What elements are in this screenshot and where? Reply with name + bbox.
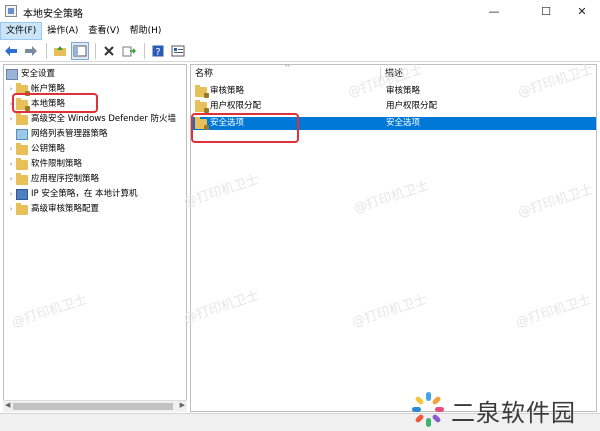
folder-icon <box>16 142 28 155</box>
folder-icon <box>16 112 28 125</box>
list-row[interactable]: 用户权限分配 用户权限分配 <box>191 99 596 113</box>
row-description: 用户权限分配 <box>386 101 438 111</box>
chevron-right-icon[interactable]: › <box>6 188 16 201</box>
ip-security-icon <box>16 189 28 200</box>
chevron-right-icon[interactable]: › <box>6 203 16 216</box>
help-icon[interactable]: ? <box>149 42 167 60</box>
minimize-button[interactable]: — <box>472 0 516 22</box>
tree-item-label: 高级安全 Windows Defender 防火墙 <box>31 114 177 124</box>
brand-logo-icon <box>411 392 445 427</box>
svg-text:?: ? <box>155 47 160 57</box>
tree-item-ip-security[interactable]: › IP 安全策略，在 本地计算机 <box>6 188 138 201</box>
toolbar-separator <box>144 42 145 59</box>
menu-action[interactable]: 操作(A) <box>42 22 83 40</box>
up-folder-icon[interactable] <box>51 42 69 60</box>
policy-folder-icon <box>195 84 209 98</box>
menu-view[interactable]: 查看(V) <box>83 22 124 40</box>
menu-file[interactable]: 文件(F) <box>0 22 43 40</box>
menu-help[interactable]: 帮助(H) <box>125 22 167 40</box>
row-description: 安全选项 <box>386 118 421 128</box>
tree-horizontal-scrollbar[interactable]: ◀ ▶ <box>3 400 187 412</box>
scroll-right-icon[interactable]: ▶ <box>180 401 185 409</box>
toolbar-separator <box>46 42 47 59</box>
tree-root-security-settings[interactable]: 安全设置 <box>6 68 55 81</box>
window-title: 本地安全策略 <box>23 9 83 20</box>
policy-folder-icon <box>195 99 209 113</box>
tree-root-label: 安全设置 <box>21 69 56 79</box>
folder-icon <box>16 172 28 185</box>
show-tree-icon[interactable] <box>71 41 89 60</box>
tree-item-network-list-manager[interactable]: 网络列表管理器策略 <box>16 128 108 141</box>
sort-ascending-icon: ^ <box>284 64 291 72</box>
tree-item-defender-firewall[interactable]: › 高级安全 Windows Defender 防火墙 <box>6 112 177 126</box>
properties-icon[interactable] <box>169 42 187 60</box>
tree-item-app-control[interactable]: › 应用程序控制策略 <box>6 172 100 186</box>
tree-item-label: 网络列表管理器策略 <box>31 129 108 139</box>
chevron-right-icon[interactable]: › <box>6 158 16 171</box>
highlight-box-security-options <box>191 113 299 143</box>
security-settings-icon <box>6 69 18 80</box>
chevron-right-icon[interactable]: › <box>6 143 16 156</box>
back-arrow-icon[interactable] <box>2 42 20 60</box>
tree-item-label: 高级审核策略配置 <box>31 204 100 214</box>
folder-icon <box>16 202 28 215</box>
row-name: 审核策略 <box>210 86 245 96</box>
security-policy-app-icon <box>5 5 17 17</box>
toolbar: ? <box>0 40 600 62</box>
tree-item-label: 应用程序控制策略 <box>31 174 100 184</box>
export-icon[interactable] <box>120 42 138 60</box>
tree-item-label: 软件限制策略 <box>31 159 83 169</box>
folder-icon <box>16 157 28 170</box>
tree-item-public-key[interactable]: › 公钥策略 <box>6 142 66 156</box>
tree-item-label: 公钥策略 <box>31 144 66 154</box>
brand-name: 二泉软件园 <box>451 398 576 427</box>
tree-item-advanced-audit[interactable]: › 高级审核策略配置 <box>6 202 100 216</box>
tree-item-label: IP 安全策略，在 本地计算机 <box>31 189 138 199</box>
tree-item-software-restriction[interactable]: › 软件限制策略 <box>6 157 83 171</box>
row-name: 用户权限分配 <box>210 101 262 111</box>
title-bar: 本地安全策略 — ☐ ✕ <box>0 0 600 22</box>
chevron-right-icon[interactable]: › <box>6 113 16 126</box>
toolbar-separator <box>95 42 96 59</box>
scrollbar-thumb[interactable] <box>13 403 173 410</box>
chevron-right-icon[interactable]: › <box>6 173 16 186</box>
delete-icon[interactable] <box>100 42 118 60</box>
close-button[interactable]: ✕ <box>560 0 600 22</box>
scroll-left-icon[interactable]: ◀ <box>5 401 10 409</box>
menu-bar: 文件(F) 操作(A) 查看(V) 帮助(H) <box>0 22 600 40</box>
tree-pane[interactable]: 安全设置 › 帐户策略 › 本地策略 › 高级安全 Windows Defend… <box>3 64 187 412</box>
forward-arrow-icon[interactable] <box>22 42 40 60</box>
network-list-icon <box>16 129 28 140</box>
highlight-box-local-policy <box>12 93 98 113</box>
brand-watermark: 二泉软件园 <box>411 392 596 428</box>
